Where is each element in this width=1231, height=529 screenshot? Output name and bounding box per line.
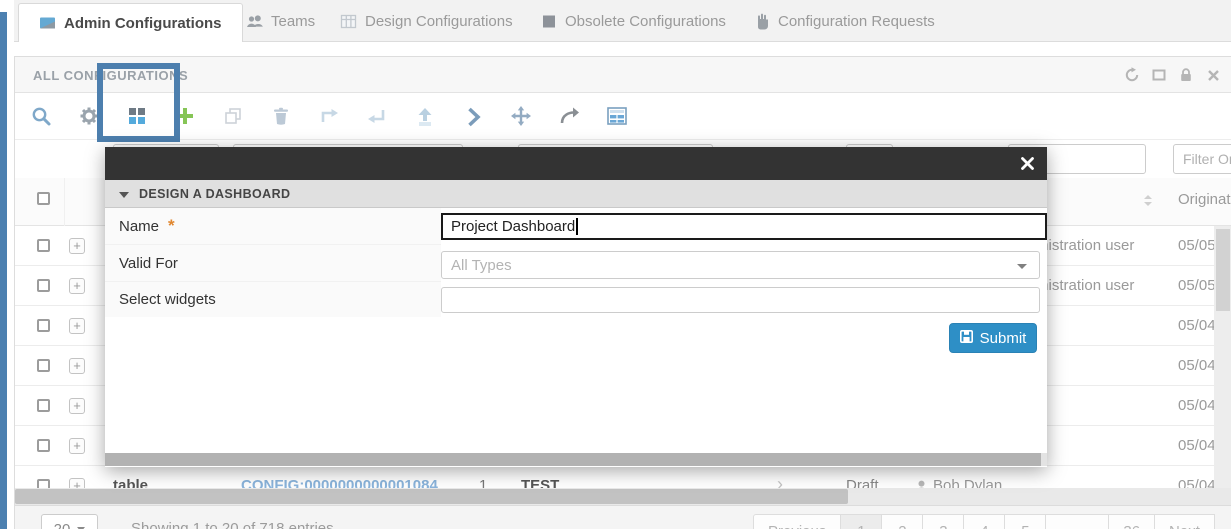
name-label: Name	[119, 217, 160, 235]
row-checkbox[interactable]	[37, 239, 50, 252]
tab-label: Admin Configurations	[64, 14, 222, 32]
text-cursor	[576, 218, 578, 235]
pagination-previous-button[interactable]: Previous	[753, 514, 842, 529]
add-icon[interactable]	[174, 105, 196, 127]
row-checkbox[interactable]	[37, 319, 50, 332]
required-asterisk: *	[168, 216, 175, 235]
row-checkbox[interactable]	[37, 439, 50, 452]
expand-row-icon[interactable]	[69, 238, 85, 254]
design-grid-icon	[340, 13, 357, 30]
pagination: Previous 1 2 3 4 5 … 36 Next	[753, 514, 1215, 529]
valid-for-dropdown[interactable]	[441, 251, 1040, 279]
pagination-next-button[interactable]: Next	[1154, 514, 1215, 529]
table-layout-icon[interactable]	[606, 105, 628, 127]
copy-icon[interactable]	[222, 105, 244, 127]
pagination-page-3[interactable]: 3	[922, 514, 965, 529]
tab-design-configurations[interactable]: Design Configurations	[340, 0, 513, 42]
indent-left-icon[interactable]	[366, 105, 388, 127]
admin-monitor-icon	[39, 15, 56, 32]
pagination-page-1[interactable]: 1	[840, 514, 883, 529]
page-size-value: 20	[53, 520, 71, 529]
modal-section-title: DESIGN A DASHBOARD	[139, 187, 291, 201]
save-floppy-icon	[959, 329, 973, 347]
panel-header: ALL CONFIGURATIONS	[15, 57, 1231, 93]
pagination-page-4[interactable]: 4	[963, 514, 1006, 529]
tab-label: Configuration Requests	[778, 12, 935, 30]
panel-title: ALL CONFIGURATIONS	[33, 68, 189, 83]
chevron-right-icon[interactable]	[462, 105, 484, 127]
row-checkbox[interactable]	[37, 279, 50, 292]
pagination-page-5[interactable]: 5	[1004, 514, 1047, 529]
expand-row-icon[interactable]	[69, 278, 85, 294]
select-widgets-input[interactable]	[441, 287, 1040, 313]
expand-row-icon[interactable]	[69, 398, 85, 414]
tab-configuration-requests[interactable]: Configuration Requests	[753, 0, 935, 42]
modal-header	[105, 147, 1047, 180]
modal-scrollbar-corner	[1041, 453, 1047, 466]
hand-icon	[753, 13, 770, 30]
sort-icon[interactable]	[1141, 194, 1155, 213]
settings-gear-icon[interactable]	[78, 105, 100, 127]
move-icon[interactable]	[510, 105, 532, 127]
panel-window-controls	[1124, 67, 1221, 83]
delete-trash-icon[interactable]	[270, 105, 292, 127]
pagination-ellipsis: …	[1045, 514, 1110, 529]
chevron-down-icon	[1017, 264, 1027, 269]
row-checkbox[interactable]	[37, 399, 50, 412]
tab-admin-configurations[interactable]: Admin Configurations	[18, 3, 243, 42]
valid-for-label-row: Valid For	[105, 245, 441, 282]
close-icon[interactable]	[1019, 155, 1036, 172]
design-dashboard-modal: DESIGN A DASHBOARD Name * Valid For Sele…	[105, 147, 1047, 467]
refresh-icon[interactable]	[1124, 67, 1140, 83]
horizontal-scrollbar	[15, 488, 1231, 505]
obsolete-square-icon	[540, 13, 557, 30]
horizontal-scrollbar-thumb[interactable]	[15, 489, 848, 504]
lock-icon[interactable]	[1178, 67, 1194, 83]
teams-icon	[246, 13, 263, 30]
form-label-column: Name * Valid For Select widgets	[105, 208, 441, 317]
collapse-caret-icon[interactable]	[119, 192, 129, 198]
submit-label: Submit	[979, 329, 1027, 347]
tab-obsolete-configurations[interactable]: Obsolete Configurations	[540, 0, 726, 42]
name-label-row: Name *	[105, 208, 441, 245]
vertical-scrollbar	[1214, 226, 1231, 491]
expand-row-icon[interactable]	[69, 318, 85, 334]
select-widgets-label-row: Select widgets	[105, 282, 441, 316]
upload-icon[interactable]	[414, 105, 436, 127]
tab-bar: Admin Configurations Teams Design Config…	[14, 0, 1231, 42]
dashboard-tiles-icon[interactable]	[126, 105, 148, 127]
page-size-select[interactable]: 20	[41, 514, 98, 529]
expand-row-icon[interactable]	[69, 358, 85, 374]
toolbar	[15, 93, 1231, 140]
tab-teams[interactable]: Teams	[246, 0, 315, 42]
modal-horizontal-scrollbar[interactable]	[105, 453, 1041, 466]
indent-right-icon[interactable]	[318, 105, 340, 127]
vertical-scrollbar-thumb[interactable]	[1216, 229, 1230, 311]
select-all-checkbox[interactable]	[37, 192, 50, 205]
expand-row-icon[interactable]	[69, 438, 85, 454]
app-window: Admin Configurations Teams Design Config…	[0, 0, 1231, 529]
valid-for-input[interactable]	[442, 252, 1039, 278]
name-input[interactable]: Project Dashboard	[441, 213, 1047, 240]
modal-section-header: DESIGN A DASHBOARD	[105, 180, 1047, 208]
left-accent-bar	[0, 12, 7, 529]
column-header-originated: Originate	[1178, 191, 1231, 208]
restore-window-icon[interactable]	[1151, 67, 1167, 83]
submit-button[interactable]: Submit	[949, 323, 1037, 353]
showing-entries-text: Showing 1 to 20 of 718 entries	[131, 520, 334, 529]
filter-originated-input[interactable]	[1173, 144, 1231, 174]
tab-label: Obsolete Configurations	[565, 12, 726, 30]
valid-for-label: Valid For	[119, 254, 178, 272]
name-input-value: Project Dashboard	[451, 218, 576, 235]
tab-label: Design Configurations	[365, 12, 513, 30]
pagination-page-36[interactable]: 36	[1108, 514, 1156, 529]
row-checkbox[interactable]	[37, 359, 50, 372]
table-footer: 20 Showing 1 to 20 of 718 entries Previo…	[15, 505, 1231, 529]
select-widgets-label: Select widgets	[119, 290, 216, 308]
tab-label: Teams	[271, 12, 316, 30]
pagination-page-2[interactable]: 2	[881, 514, 924, 529]
search-icon[interactable]	[30, 105, 52, 127]
close-icon[interactable]	[1205, 67, 1221, 83]
forward-arrow-icon[interactable]	[558, 105, 580, 127]
